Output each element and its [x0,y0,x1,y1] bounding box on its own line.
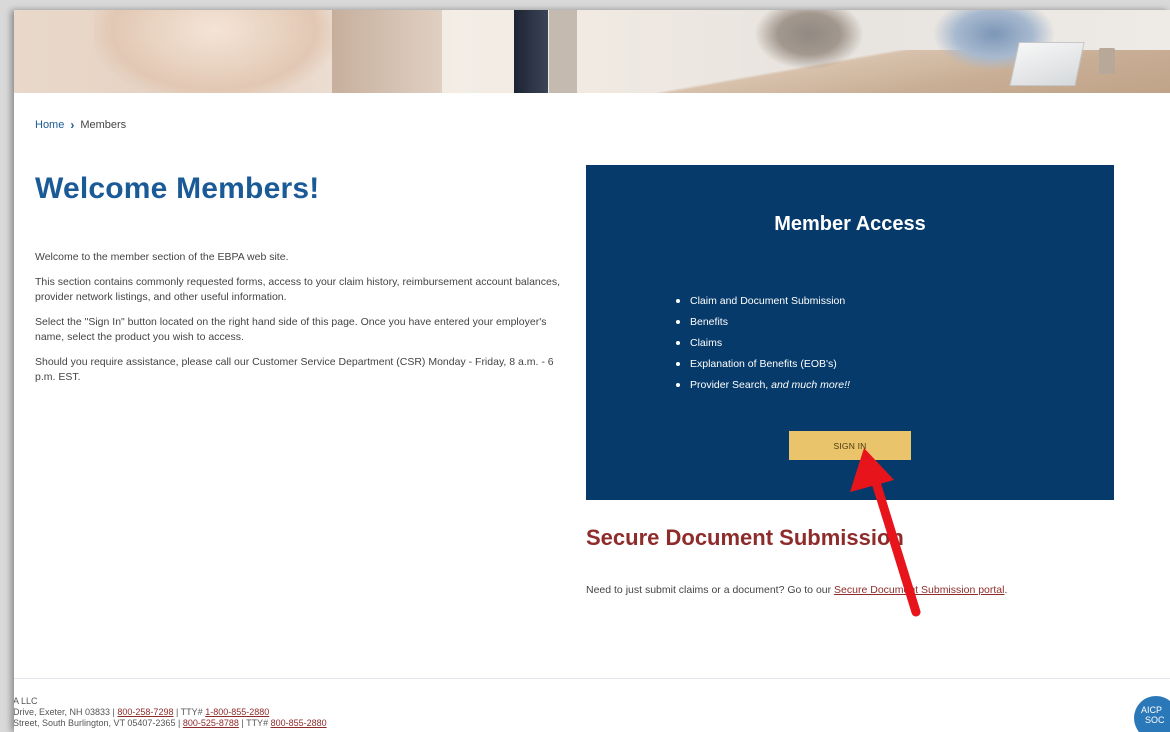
footer-line-vt: Street, South Burlington, VT 05407-2365 … [14,718,327,728]
sign-in-button[interactable]: SIGN IN [789,431,911,460]
member-access-title: Member Access [774,213,926,235]
phone-link[interactable]: 800-525-8788 [183,718,239,728]
laptop-image [1009,42,1085,86]
bullet-icon [676,382,680,387]
bullet-icon [676,298,680,303]
footer-contact: A LLC Drive, Exeter, NH 03833 | 800-258-… [14,696,327,729]
page-title: Welcome Members! [35,172,320,205]
breadcrumb-current: Members [80,119,127,131]
list-item: Provider Search, and much more!! [676,374,850,395]
list-item: Benefits [676,311,850,332]
footer-line-nh: Drive, Exeter, NH 03833 | 800-258-7298 |… [14,707,270,717]
phone-link[interactable]: 800-258-7298 [117,707,173,717]
footer-divider [14,678,1170,679]
chevron-right-icon: › [70,118,75,132]
page: Home › Members Welcome Members! Welcome … [14,10,1170,732]
bullet-icon [676,340,680,345]
bullet-icon [676,361,680,366]
tty-link[interactable]: 800-855-2880 [271,718,327,728]
intro-text: Welcome to the member section of the EBP… [35,250,565,395]
aicpa-soc-badge: AICP SOC [1134,696,1170,732]
intro-paragraph: Should you require assistance, please ca… [35,355,554,384]
member-access-panel: Member Access Claim and Document Submiss… [586,165,1114,500]
hero-banner-image [14,10,1170,93]
secure-document-portal-link[interactable]: Secure Document Submission portal [834,584,1004,596]
intro-paragraph: This section contains commonly requested… [35,275,561,304]
list-item: Explanation of Benefits (EOB's) [676,353,850,374]
bullet-icon [676,319,680,324]
screenshot-frame: Home › Members Welcome Members! Welcome … [0,0,1170,732]
breadcrumb: Home › Members [35,118,126,132]
secure-document-text: Need to just submit claims or a document… [586,584,1008,596]
breadcrumb-home-link[interactable]: Home [35,119,64,131]
intro-paragraph: Welcome to the member section of the EBP… [35,251,289,263]
footer-company: A LLC [14,696,38,706]
tty-link[interactable]: 1-800-855-2880 [205,707,269,717]
list-item: Claims [676,332,850,353]
intro-paragraph: Select the "Sign In" button located on t… [35,315,547,344]
secure-document-title: Secure Document Submission [586,525,904,550]
cup-image [1099,48,1115,74]
member-access-list: Claim and Document Submission Benefits C… [676,290,850,395]
list-item: Claim and Document Submission [676,290,850,311]
